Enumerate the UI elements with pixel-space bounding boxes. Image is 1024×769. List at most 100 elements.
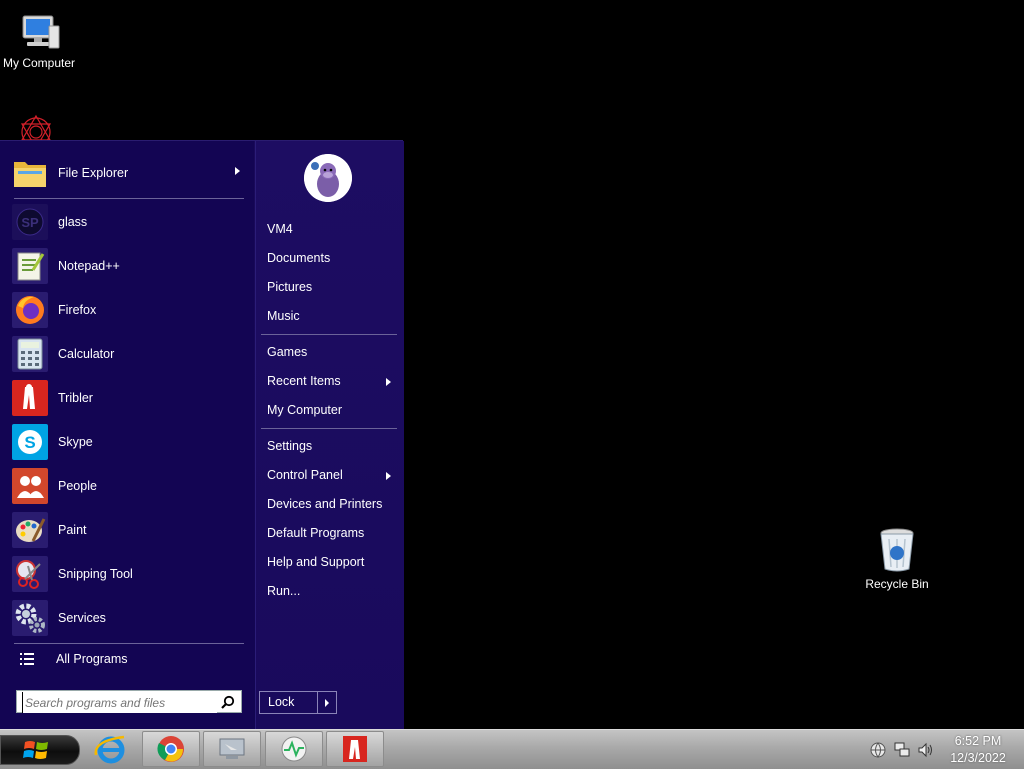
place-devices-and-printers[interactable]: Devices and Printers <box>267 497 397 511</box>
taskbar-remote-desktop[interactable] <box>203 731 261 767</box>
windows-logo-icon <box>23 741 48 759</box>
start-menu-programs-pane: File Explorer SP glass Notepad++ Firefox <box>0 141 254 731</box>
place-run[interactable]: Run... <box>267 584 397 598</box>
place-label: Devices and Printers <box>267 497 383 511</box>
app-label: File Explorer <box>58 166 129 180</box>
place-label: My Computer <box>267 403 343 417</box>
glass-sp-icon: SP <box>12 204 48 240</box>
avatar-icon <box>304 154 352 202</box>
start-button[interactable] <box>0 735 80 765</box>
app-label: Tribler <box>58 391 93 405</box>
people-icon <box>12 468 48 504</box>
search-input[interactable] <box>22 692 217 713</box>
svg-text:SP: SP <box>21 215 39 230</box>
submenu-arrow-icon <box>386 378 391 386</box>
place-my-computer[interactable]: My Computer <box>267 403 397 417</box>
user-avatar[interactable] <box>304 154 352 202</box>
app-label: People <box>58 479 97 493</box>
desktop-icon-my-computer[interactable]: My Computer <box>0 14 84 70</box>
taskbar-tribler[interactable] <box>326 731 384 767</box>
remote-desktop-icon <box>219 738 245 759</box>
sp-desktop-icon[interactable] <box>14 110 58 140</box>
divider <box>14 643 244 644</box>
taskbar-health-monitor[interactable] <box>265 731 323 767</box>
place-pictures[interactable]: Pictures <box>267 280 397 294</box>
place-documents[interactable]: Documents <box>267 251 397 265</box>
all-programs-button[interactable]: All Programs <box>18 651 128 667</box>
system-clock[interactable]: 6:52 PM 12/3/2022 <box>938 733 1018 767</box>
place-label: Music <box>267 309 300 323</box>
desktop-icon-recycle-bin[interactable]: Recycle Bin <box>852 527 942 591</box>
power-options-button[interactable] <box>317 692 336 713</box>
place-label: Control Panel <box>267 468 343 482</box>
firefox-icon <box>12 292 48 328</box>
mandala-icon <box>20 114 52 140</box>
app-item-snipping-tool[interactable]: Snipping Tool <box>12 554 244 594</box>
paint-icon <box>12 512 48 548</box>
volume-icon[interactable] <box>917 741 935 759</box>
app-item-services[interactable]: Services <box>12 598 244 638</box>
app-label: Firefox <box>58 303 97 317</box>
app-item-file-explorer[interactable]: File Explorer <box>12 153 244 193</box>
app-item-calculator[interactable]: Calculator <box>12 334 244 374</box>
app-item-notepad-plus-plus[interactable]: Notepad++ <box>12 246 244 286</box>
search-icon[interactable] <box>221 695 235 709</box>
place-label: Recent Items <box>267 374 341 388</box>
taskbar-internet-explorer[interactable] <box>82 731 140 767</box>
place-recent-items[interactable]: Recent Items <box>267 374 397 388</box>
search-box[interactable] <box>16 690 242 713</box>
taskbar: 6:52 PM 12/3/2022 <box>0 729 1024 769</box>
health-monitor-icon <box>281 736 307 762</box>
app-label: Calculator <box>58 347 115 361</box>
all-programs-label: All Programs <box>56 652 128 666</box>
place-label: Games <box>267 345 308 359</box>
folder-icon <box>12 155 48 191</box>
place-games[interactable]: Games <box>267 345 397 359</box>
place-help-and-support[interactable]: Help and Support <box>267 555 397 569</box>
submenu-arrow-icon <box>235 167 240 175</box>
place-label: Run... <box>267 584 301 598</box>
taskbar-chrome[interactable] <box>142 731 200 767</box>
lock-button[interactable]: Lock <box>260 692 317 713</box>
divider <box>261 428 397 429</box>
place-label: Documents <box>267 251 331 265</box>
clock-date: 12/3/2022 <box>950 751 1006 765</box>
app-item-people[interactable]: People <box>12 466 244 506</box>
start-menu: File Explorer SP glass Notepad++ Firefox <box>0 140 404 731</box>
svg-text:S: S <box>24 433 35 452</box>
recycle-bin-icon <box>880 528 914 572</box>
app-label: Paint <box>58 523 87 537</box>
divider <box>261 334 397 335</box>
list-icon <box>20 653 34 665</box>
chevron-right-icon <box>325 699 330 707</box>
internet-explorer-icon <box>94 735 125 764</box>
app-item-tribler[interactable]: Tribler <box>12 378 244 418</box>
app-item-glass[interactable]: SP glass <box>12 202 244 242</box>
clock-time: 6:52 PM <box>954 734 1002 748</box>
divider <box>14 198 244 199</box>
app-label: glass <box>58 215 88 229</box>
place-label: Pictures <box>267 280 313 294</box>
place-label: Settings <box>267 439 313 453</box>
place-label: VM4 <box>267 222 293 236</box>
place-control-panel[interactable]: Control Panel <box>267 468 397 482</box>
desktop-icon-label: Recycle Bin <box>865 577 929 591</box>
place-label: Help and Support <box>267 555 365 569</box>
app-item-skype[interactable]: S Skype <box>12 422 244 462</box>
app-item-paint[interactable]: Paint <box>12 510 244 550</box>
place-music[interactable]: Music <box>267 309 397 323</box>
place-default-programs[interactable]: Default Programs <box>267 526 397 540</box>
tribler-icon <box>343 736 367 762</box>
app-label: Notepad++ <box>58 259 120 273</box>
chrome-icon <box>157 736 184 762</box>
network-globe-icon[interactable] <box>869 741 887 759</box>
app-item-firefox[interactable]: Firefox <box>12 290 244 330</box>
computer-icon <box>22 15 60 49</box>
network-icon[interactable] <box>893 741 911 759</box>
place-vm4[interactable]: VM4 <box>267 222 397 236</box>
start-menu-places-pane: VM4 Documents Pictures Music Games Recen… <box>255 141 404 731</box>
app-label: Skype <box>58 435 93 449</box>
place-label: Default Programs <box>267 526 365 540</box>
place-settings[interactable]: Settings <box>267 439 397 453</box>
snipping-tool-icon <box>12 556 48 592</box>
